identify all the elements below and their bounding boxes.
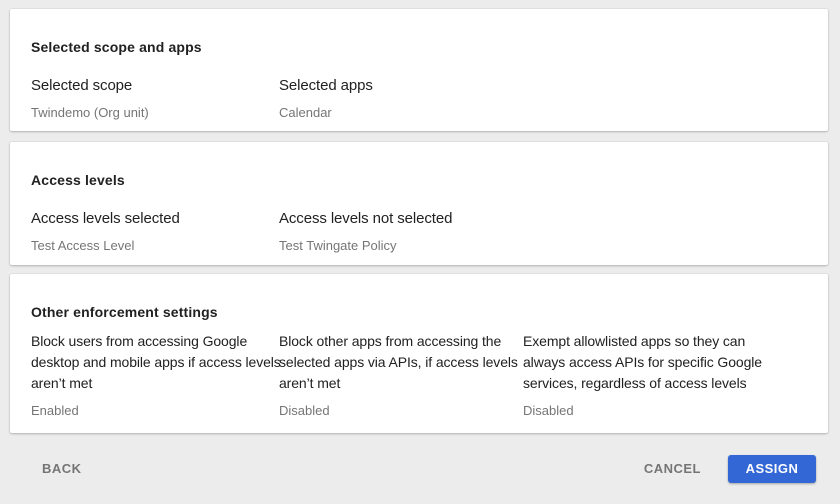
back-button[interactable]: BACK (42, 455, 82, 482)
field-value: Calendar (279, 105, 807, 121)
selected-scope-field: Selected scope Twindemo (Org unit) (31, 76, 279, 121)
setting-description: Block other apps from accessing the sele… (279, 331, 523, 394)
block-other-apps-setting: Block other apps from accessing the sele… (279, 331, 523, 419)
field-value: Test Twingate Policy (279, 238, 807, 254)
field-label: Selected apps (279, 76, 807, 95)
exempt-allowlisted-apps-setting: Exempt allowlisted apps so they can alwa… (523, 331, 807, 419)
other-enforcement-settings-card: Other enforcement settings Block users f… (10, 274, 828, 433)
setting-status: Disabled (523, 403, 807, 419)
assign-confirmation-page: Selected scope and apps Selected scope T… (0, 0, 840, 504)
setting-description: Block users from accessing Google deskto… (31, 331, 279, 394)
card-title: Access levels (31, 142, 807, 188)
selected-scope-and-apps-card: Selected scope and apps Selected scope T… (10, 9, 828, 131)
setting-status: Disabled (279, 403, 523, 419)
setting-description: Exempt allowlisted apps so they can alwa… (523, 331, 807, 394)
access-levels-card: Access levels Access levels selected Tes… (10, 142, 828, 265)
field-value: Test Access Level (31, 238, 279, 254)
field-label: Access levels not selected (279, 209, 807, 228)
footer-action-bar: BACK CANCEL ASSIGN (10, 433, 828, 504)
cancel-button[interactable]: CANCEL (636, 455, 709, 482)
card-title: Other enforcement settings (31, 274, 807, 320)
field-columns: Block users from accessing Google deskto… (31, 331, 807, 419)
setting-status: Enabled (31, 403, 279, 419)
assign-button[interactable]: ASSIGN (728, 455, 816, 483)
field-columns: Selected scope Twindemo (Org unit) Selec… (31, 76, 807, 121)
field-label: Selected scope (31, 76, 279, 95)
card-title: Selected scope and apps (31, 9, 807, 55)
footer-right-actions: CANCEL ASSIGN (636, 455, 816, 483)
field-columns: Access levels selected Test Access Level… (31, 209, 807, 254)
block-google-apps-setting: Block users from accessing Google deskto… (31, 331, 279, 419)
selected-apps-field: Selected apps Calendar (279, 76, 807, 121)
access-levels-selected-field: Access levels selected Test Access Level (31, 209, 279, 254)
field-label: Access levels selected (31, 209, 279, 228)
access-levels-not-selected-field: Access levels not selected Test Twingate… (279, 209, 807, 254)
field-value: Twindemo (Org unit) (31, 105, 279, 121)
